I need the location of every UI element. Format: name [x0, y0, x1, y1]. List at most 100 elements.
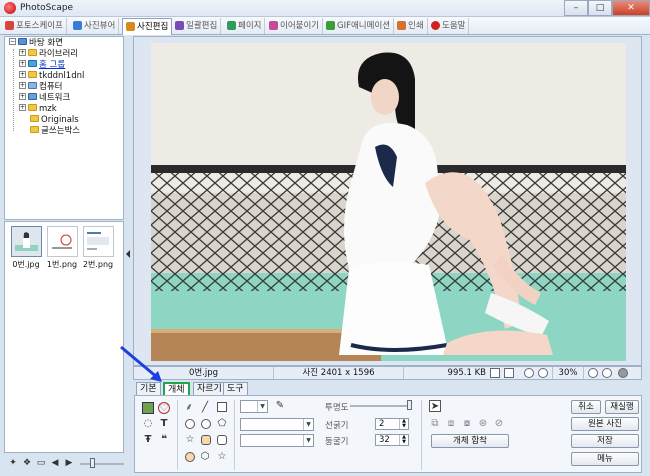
star-shape-icon[interactable]: ☆: [184, 434, 196, 446]
thumbnail-1[interactable]: [47, 226, 78, 257]
edited-photo[interactable]: [151, 43, 626, 361]
tab-gif[interactable]: GIF애니메이션: [323, 18, 395, 34]
zoom-fit-icon[interactable]: [538, 368, 548, 378]
actual-size-icon[interactable]: [524, 368, 534, 378]
bring-front-icon[interactable]: ⧈: [445, 418, 457, 430]
forward-icon[interactable]: ▶: [64, 458, 74, 468]
ellipse-icon[interactable]: [201, 419, 211, 429]
tree-node-homegroup[interactable]: + 홈 그룹: [19, 60, 65, 71]
redo-button[interactable]: 재실행: [605, 400, 639, 414]
tree-node-mzk[interactable]: + mzk: [19, 104, 57, 115]
zoom-out-icon[interactable]: [602, 368, 612, 378]
line-width-input[interactable]: 2 ▲ ▼: [375, 418, 409, 430]
expand-icon[interactable]: +: [19, 60, 26, 67]
tab-tools[interactable]: 도구: [223, 382, 248, 396]
thumbnail-size-slider[interactable]: [80, 463, 124, 465]
help-icon: [431, 21, 440, 30]
divider: [177, 400, 178, 470]
rounded-square-icon[interactable]: [217, 435, 227, 445]
line-style-combo[interactable]: ▼: [240, 418, 314, 431]
delete-object-icon[interactable]: ⊘: [493, 418, 505, 430]
send-back-icon[interactable]: ⧇: [461, 418, 473, 430]
filled-circle-icon[interactable]: [185, 452, 195, 462]
select-pointer-icon[interactable]: ➤: [429, 400, 441, 412]
tab-viewer[interactable]: 사진뷰어: [70, 18, 120, 34]
star-icon[interactable]: ✦: [8, 458, 18, 468]
fit-screen-icon[interactable]: [504, 368, 514, 378]
close-button[interactable]: ✕: [612, 0, 650, 16]
roundness-input[interactable]: 32 ▲ ▼: [375, 434, 409, 446]
star-outline-icon[interactable]: ☆: [216, 451, 228, 463]
speech-balloon-icon[interactable]: ◌: [142, 418, 154, 430]
duplicate-icon[interactable]: ⧉: [429, 418, 441, 430]
tree-node-desktop[interactable]: − 바탕 화면: [9, 38, 63, 49]
menu-button[interactable]: 메뉴: [571, 452, 639, 466]
rounded-rectangle-icon[interactable]: [201, 435, 211, 445]
tree-node-network[interactable]: + 네트워크: [19, 93, 70, 104]
minimize-button[interactable]: –: [564, 0, 588, 16]
tab-help[interactable]: 도움말: [428, 18, 470, 34]
undo-button[interactable]: 취소: [571, 400, 601, 414]
save-button[interactable]: 저장: [571, 434, 639, 448]
thumbnail-size-handle[interactable]: [90, 458, 95, 468]
tab-photoscape[interactable]: 포토스케이프: [2, 18, 67, 34]
back-icon[interactable]: ◀: [50, 458, 60, 468]
collapse-icon[interactable]: −: [9, 38, 16, 45]
collapse-arrow-icon[interactable]: [126, 250, 130, 258]
desktop-icon: [18, 38, 27, 45]
tab-print[interactable]: 인쇄: [394, 18, 428, 34]
group-icon[interactable]: ⊛: [477, 418, 489, 430]
pentagon-icon[interactable]: ⬠: [216, 418, 228, 430]
tab-crop[interactable]: 자르기: [193, 382, 226, 396]
tab-batch[interactable]: 일괄편집: [172, 18, 222, 34]
thumbnail-image: [48, 227, 77, 256]
tree-node-originals[interactable]: Originals: [30, 115, 79, 126]
tab-editor[interactable]: 사진편집: [122, 18, 173, 35]
tree-node-user[interactable]: + tkddnl1dnl: [19, 71, 84, 82]
expand-icon[interactable]: +: [19, 49, 26, 56]
opacity-slider-handle[interactable]: [407, 400, 412, 410]
expand-icon[interactable]: +: [19, 71, 26, 78]
quote-icon[interactable]: ❝: [158, 434, 170, 446]
tab-page[interactable]: 페이지: [224, 18, 266, 34]
spinner-icon[interactable]: ▲ ▼: [399, 435, 408, 445]
gif-icon: [326, 21, 335, 30]
tab-combine[interactable]: 이어붙이기: [266, 18, 324, 34]
checker-background-icon[interactable]: [490, 368, 500, 378]
viewer-icon: [73, 21, 82, 30]
eyedropper-icon[interactable]: ✎: [274, 400, 286, 412]
rich-text-icon[interactable]: Ŧ: [142, 434, 154, 446]
fullscreen-icon[interactable]: [618, 368, 628, 378]
expand-icon[interactable]: +: [19, 82, 26, 89]
opacity-slider[interactable]: [350, 405, 410, 407]
zoom-in-icon[interactable]: [588, 368, 598, 378]
thumbnail-panel: 0번.jpg 1번.png 2번.png: [4, 221, 124, 453]
icon-insert-icon[interactable]: ♡: [158, 402, 170, 414]
original-photo-button[interactable]: 원본 사진: [571, 417, 639, 431]
rectangle-icon[interactable]: [217, 402, 227, 412]
folder-link-icon[interactable]: ❖: [22, 458, 32, 468]
annotation-arrow-icon: [120, 345, 162, 382]
thumbnail-0[interactable]: [11, 226, 42, 257]
thumbnail-image: [12, 227, 41, 256]
merge-objects-button[interactable]: 개체 합착: [431, 434, 509, 448]
maximize-button[interactable]: □: [588, 0, 612, 16]
spinner-icon[interactable]: ▲ ▼: [399, 419, 408, 429]
tree-node-library[interactable]: + 라이브러리: [19, 49, 78, 60]
hexagon-icon[interactable]: ⬡: [199, 451, 211, 463]
tree-node-computer[interactable]: + 컴퓨터: [19, 82, 62, 93]
photo-insert-icon[interactable]: [142, 402, 154, 414]
expand-icon[interactable]: +: [19, 104, 26, 111]
line-icon[interactable]: ╱: [199, 402, 211, 414]
thumbnail-2[interactable]: [83, 226, 114, 257]
circle-icon[interactable]: [185, 419, 195, 429]
panel-splitter[interactable]: [124, 36, 132, 454]
combine-icon: [269, 21, 278, 30]
tree-node-writing-box[interactable]: 글쓰는박스: [30, 126, 80, 137]
open-folder-icon[interactable]: ▭: [36, 458, 46, 468]
brush-icon[interactable]: ⸙: [183, 402, 195, 414]
fill-style-combo[interactable]: ▼: [240, 434, 314, 447]
expand-icon[interactable]: +: [19, 93, 26, 100]
line-color-combo[interactable]: ▼: [240, 400, 268, 413]
text-icon[interactable]: T: [158, 418, 170, 430]
